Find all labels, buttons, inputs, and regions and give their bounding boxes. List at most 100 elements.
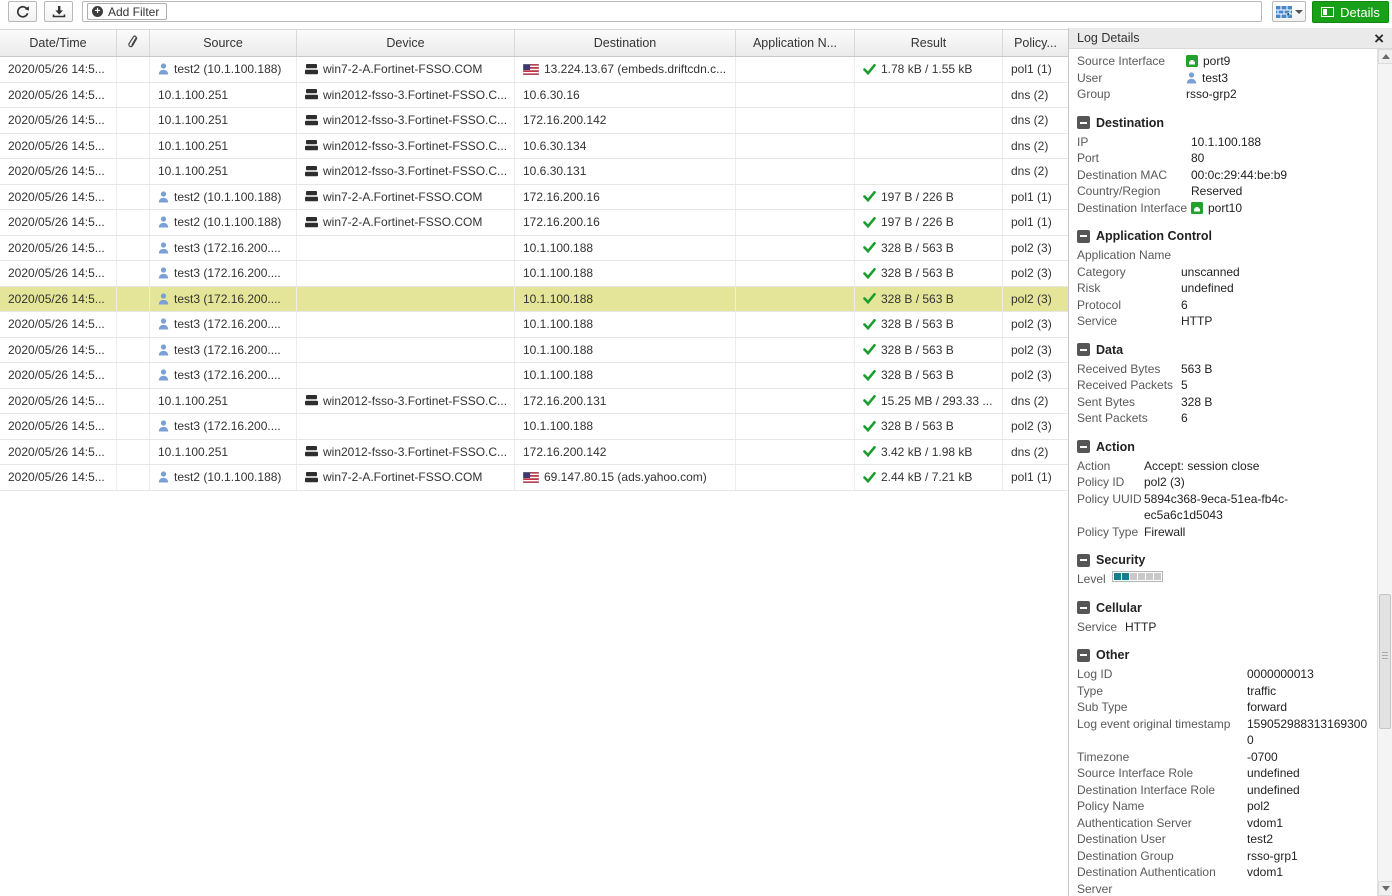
column-header-attachment[interactable] xyxy=(117,30,150,56)
device-icon xyxy=(305,446,318,457)
table-row[interactable]: 2020/05/26 14:5... test2 (10.1.100.188) … xyxy=(0,185,1068,211)
table-row[interactable]: 2020/05/26 14:5... test3 (172.16.200.... xyxy=(0,363,1068,389)
detail-row: Port 80 xyxy=(1077,150,1377,167)
cell-result: 328 B / 563 B xyxy=(855,363,1003,388)
cell-destination: 10.1.100.188 xyxy=(515,312,736,337)
user-icon xyxy=(158,216,169,228)
column-header-result[interactable]: Result xyxy=(855,30,1003,56)
cell-device: win2012-fsso-3.Fortinet-FSSO.C... xyxy=(297,108,515,133)
table-row[interactable]: 2020/05/26 14:5... test2 (10.1.100.188) … xyxy=(0,57,1068,83)
table-row[interactable]: 2020/05/26 14:5... 10.1.100.251 win2012-… xyxy=(0,440,1068,466)
table-row[interactable]: 2020/05/26 14:5... test3 (172.16.200.... xyxy=(0,312,1068,338)
collapse-icon[interactable] xyxy=(1077,554,1090,567)
check-icon xyxy=(863,64,876,75)
interface-icon xyxy=(1191,202,1203,214)
detail-row: Timezone -0700 xyxy=(1077,749,1377,766)
cell-source: 10.1.100.251 xyxy=(150,83,297,108)
cell-source: 10.1.100.251 xyxy=(150,440,297,465)
section-header-cellular[interactable]: Cellular xyxy=(1077,601,1377,615)
download-button[interactable] xyxy=(44,1,73,22)
user-icon xyxy=(158,420,169,432)
section-header-data[interactable]: Data xyxy=(1077,343,1377,357)
filter-bar[interactable]: + Add Filter xyxy=(82,1,1262,22)
table-row[interactable]: 2020/05/26 14:5... 10.1.100.251 win2012-… xyxy=(0,389,1068,415)
log-details-body: Source Interface port9 User xyxy=(1069,49,1377,896)
refresh-button[interactable] xyxy=(8,1,37,22)
cell-policy: pol2 (3) xyxy=(1003,312,1068,337)
column-header-source[interactable]: Source xyxy=(150,30,297,56)
us-flag-icon xyxy=(523,64,539,75)
detail-row: Source Interface port9 xyxy=(1077,53,1377,70)
cell-application xyxy=(736,159,855,184)
detail-row: Protocol 6 xyxy=(1077,297,1377,314)
column-header-destination[interactable]: Destination xyxy=(515,30,736,56)
detail-row: IP 10.1.100.188 xyxy=(1077,134,1377,151)
security-level-row: Level xyxy=(1077,571,1377,588)
cell-attachment xyxy=(117,287,150,312)
cell-application xyxy=(736,465,855,490)
cell-application xyxy=(736,363,855,388)
collapse-icon[interactable] xyxy=(1077,649,1090,662)
table-row[interactable]: 2020/05/26 14:5... test3 (172.16.200.... xyxy=(0,414,1068,440)
cell-policy: pol1 (1) xyxy=(1003,210,1068,235)
cell-application xyxy=(736,440,855,465)
detail-row: Service HTTP xyxy=(1077,313,1377,330)
table-row[interactable]: 2020/05/26 14:5... test3 (172.16.200.... xyxy=(0,338,1068,364)
cell-device: win2012-fsso-3.Fortinet-FSSO.C... xyxy=(297,440,515,465)
close-icon[interactable]: × xyxy=(1374,30,1384,47)
detail-row: Destination MAC 00:0c:29:44:be:b9 xyxy=(1077,167,1377,184)
cell-attachment xyxy=(117,312,150,337)
column-header-device[interactable]: Device xyxy=(297,30,515,56)
cell-destination: 10.1.100.188 xyxy=(515,287,736,312)
column-header-datetime[interactable]: Date/Time xyxy=(0,30,117,56)
section-header-security[interactable]: Security xyxy=(1077,553,1377,567)
scroll-up-arrow[interactable] xyxy=(1378,49,1392,64)
cell-attachment xyxy=(117,236,150,261)
cell-destination: 10.6.30.16 xyxy=(515,83,736,108)
us-flag-icon xyxy=(523,472,539,483)
column-header-application[interactable]: Application N... xyxy=(736,30,855,56)
cell-datetime: 2020/05/26 14:5... xyxy=(0,261,117,286)
table-row[interactable]: 2020/05/26 14:5... 10.1.100.251 win2012-… xyxy=(0,159,1068,185)
section-header-action[interactable]: Action xyxy=(1077,440,1377,454)
cell-policy: dns (2) xyxy=(1003,83,1068,108)
section-header-other[interactable]: Other xyxy=(1077,648,1377,662)
table-row[interactable]: 2020/05/26 14:5... 10.1.100.251 win2012-… xyxy=(0,108,1068,134)
scrollbar-thumb[interactable] xyxy=(1379,594,1391,729)
table-row[interactable]: 2020/05/26 14:5... 10.1.100.251 win2012-… xyxy=(0,83,1068,109)
table-row[interactable]: 2020/05/26 14:5... test2 (10.1.100.188) … xyxy=(0,465,1068,491)
detail-row: Action Accept: session close xyxy=(1077,458,1377,475)
detail-row: Destination Interface Role undefined xyxy=(1077,782,1377,799)
collapse-icon[interactable] xyxy=(1077,230,1090,243)
table-row[interactable]: 2020/05/26 14:5... test2 (10.1.100.188) … xyxy=(0,210,1068,236)
cell-datetime: 2020/05/26 14:5... xyxy=(0,236,117,261)
cell-result: 328 B / 563 B xyxy=(855,236,1003,261)
collapse-icon[interactable] xyxy=(1077,116,1090,129)
column-header-policy[interactable]: Policy... xyxy=(1003,30,1068,56)
policy-view-dropdown-button[interactable] xyxy=(1272,1,1306,22)
add-filter-button[interactable]: + Add Filter xyxy=(87,3,167,20)
cell-device xyxy=(297,312,515,337)
log-table: Date/Time Source Device Destination Appl… xyxy=(0,29,1068,491)
cell-datetime: 2020/05/26 14:5... xyxy=(0,57,117,82)
interface-icon xyxy=(1186,55,1198,67)
cell-datetime: 2020/05/26 14:5... xyxy=(0,159,117,184)
table-row[interactable]: 2020/05/26 14:5... test3 (172.16.200.... xyxy=(0,236,1068,262)
collapse-icon[interactable] xyxy=(1077,343,1090,356)
table-row[interactable]: 2020/05/26 14:5... 10.1.100.251 win2012-… xyxy=(0,134,1068,160)
details-toggle-button[interactable]: Details xyxy=(1312,1,1389,23)
cell-policy: pol2 (3) xyxy=(1003,338,1068,363)
cell-destination: 10.1.100.188 xyxy=(515,236,736,261)
cell-policy: pol2 (3) xyxy=(1003,261,1068,286)
detail-row: Risk undefined xyxy=(1077,280,1377,297)
collapse-icon[interactable] xyxy=(1077,601,1090,614)
cell-datetime: 2020/05/26 14:5... xyxy=(0,363,117,388)
table-row[interactable]: 2020/05/26 14:5... test3 (172.16.200.... xyxy=(0,287,1068,313)
table-row[interactable]: 2020/05/26 14:5... test3 (172.16.200.... xyxy=(0,261,1068,287)
scroll-down-arrow[interactable] xyxy=(1378,881,1392,896)
collapse-icon[interactable] xyxy=(1077,440,1090,453)
section-header-destination[interactable]: Destination xyxy=(1077,116,1377,130)
panel-scrollbar[interactable] xyxy=(1377,49,1392,896)
section-header-application-control[interactable]: Application Control xyxy=(1077,229,1377,243)
cell-policy: dns (2) xyxy=(1003,389,1068,414)
